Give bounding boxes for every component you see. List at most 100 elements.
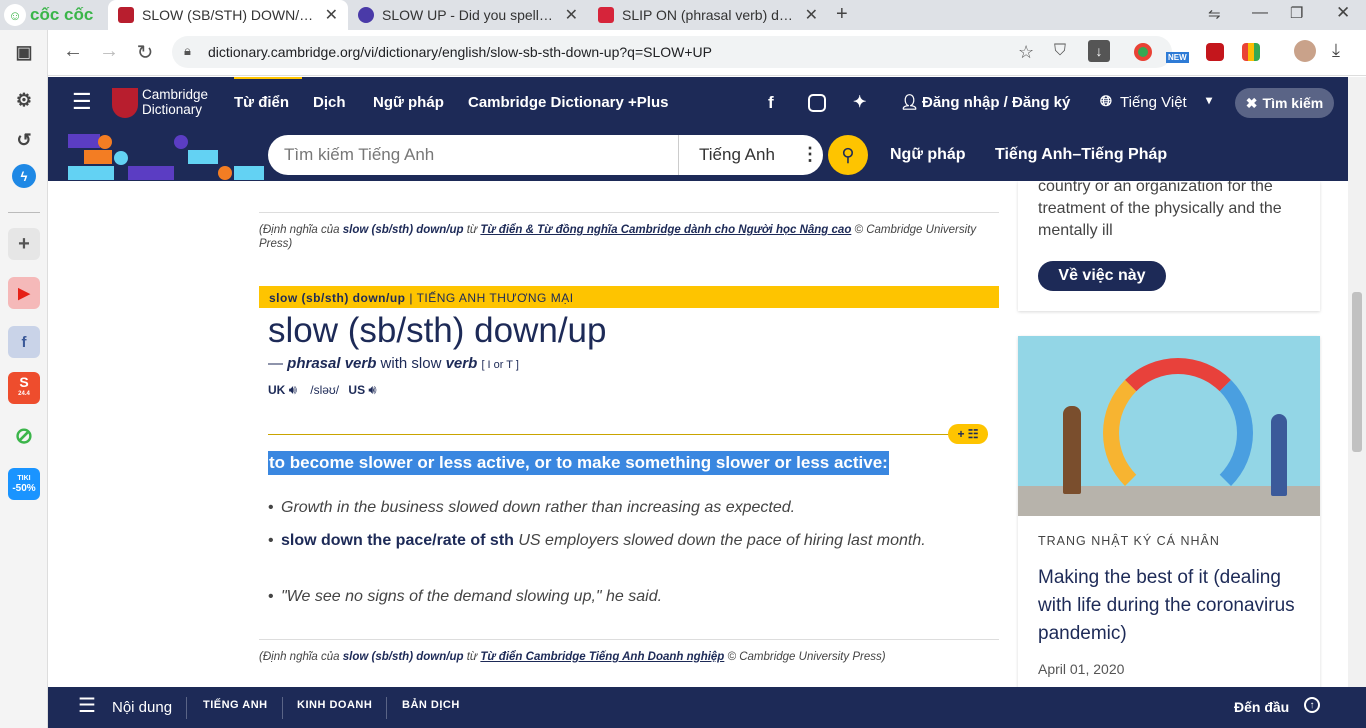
site-logo[interactable]: Cambridge Dictionary (142, 87, 208, 117)
tab-translation[interactable]: BẢN DỊCH (402, 699, 460, 711)
us-audio-icon[interactable]: 🔊︎ (368, 382, 376, 397)
add-app-icon[interactable]: + (8, 228, 40, 260)
minimize-icon[interactable]: — (1252, 4, 1268, 22)
instagram-link-icon[interactable] (808, 94, 826, 112)
search-icon: ⚲ (841, 144, 855, 165)
shopee-icon[interactable]: S 24.4 (8, 372, 40, 404)
close-tab-icon[interactable]: ✕ (565, 5, 578, 25)
pos-verb[interactable]: verb (446, 355, 478, 372)
headword: slow (sb/sth) down/up (268, 311, 607, 350)
close-window-icon[interactable]: ✕ (1336, 3, 1350, 23)
browser-logo[interactable]: ☺ cốc cốc (4, 3, 93, 27)
close-tab-icon[interactable]: ✕ (805, 5, 818, 25)
shield-icon[interactable]: ⛉ (1054, 42, 1066, 60)
download-ext-icon[interactable]: ↓ (1088, 40, 1110, 62)
forward-icon[interactable]: → (96, 40, 122, 63)
part-of-speech: — phrasal verb with slow verb [ I or T ] (268, 355, 519, 372)
search-input[interactable] (284, 144, 664, 166)
uk-audio-icon[interactable]: 🔊︎ (289, 382, 297, 397)
tab-active[interactable]: SLOW (SB/STH) DOWN/UP | E ✕ (108, 0, 348, 30)
close-tab-icon[interactable]: ✕ (325, 5, 338, 25)
tab-search-icon[interactable]: ⇋ (1208, 5, 1221, 23)
about-button[interactable]: Về việc này (1038, 261, 1166, 291)
coccoc-icon: ☺ (4, 4, 26, 26)
tab-business[interactable]: KINH DOANH (297, 699, 372, 711)
citation-2: (Định nghĩa của slow (sb/sth) down/up từ… (259, 650, 999, 664)
reload-icon[interactable]: ↻ (132, 40, 158, 65)
arrow-up-icon[interactable]: ↑ (1304, 697, 1320, 713)
grammar-code[interactable]: [ I or T ] (481, 359, 519, 371)
messenger-icon[interactable]: ϟ (12, 164, 36, 188)
child-figure (1063, 406, 1081, 494)
lock-icon: 🔒︎ (184, 43, 191, 58)
section-label: | TIẾNG ANH THƯƠNG MẠI (405, 291, 574, 305)
cite-source-link[interactable]: Từ điển & Từ đồng nghĩa Cambridge dành c… (480, 224, 851, 236)
tab-title: SLOW UP - Did you spell it co (382, 7, 557, 23)
tab-english[interactable]: TIẾNG ANH (203, 699, 268, 711)
nav-grammar[interactable]: Ngữ pháp (373, 94, 444, 111)
cambridge-shield-icon (112, 88, 138, 118)
bottom-bar: ☰ Nội dung TIẾNG ANH KINH DOANH BẢN DỊCH… (48, 687, 1366, 728)
tab-title: SLIP ON (phrasal verb) definit (622, 7, 797, 23)
blog-image[interactable] (1018, 336, 1320, 516)
site-header: ☰ Cambridge Dictionary Từ điển Dịch Ngữ … (48, 77, 1366, 129)
new-badge-icon[interactable]: NEW (1166, 52, 1189, 63)
sidebar-toggle-icon[interactable]: ▣ (8, 36, 40, 68)
cite-word: slow (sb/sth) down/up (342, 224, 464, 236)
blog-date: April 01, 2020 (1038, 661, 1125, 677)
chevron-down-icon: ▾ (1206, 93, 1213, 107)
search-language-select[interactable]: Tiếng Anh ⋮ (678, 135, 823, 175)
back-icon[interactable]: ← (60, 40, 86, 63)
blog-card[interactable]: TRANG NHẬT KÝ CÁ NHÂN Making the best of… (1018, 336, 1320, 687)
search-button[interactable]: ⚲ (828, 135, 868, 175)
contents-menu-icon[interactable]: ☰ (78, 696, 96, 716)
hamburger-menu-icon[interactable]: ☰ (72, 91, 92, 113)
tiki-badge: -50% (12, 483, 36, 494)
profile-avatar[interactable] (1294, 40, 1316, 62)
downloads-icon[interactable]: ⤓ (1332, 40, 1340, 61)
user-icon: 👤︎ (900, 94, 920, 111)
example-1: Growth in the business slowed down rathe… (268, 496, 928, 519)
link-english-french[interactable]: Tiếng Anh–Tiếng Pháp (995, 146, 1167, 164)
page-scrollbar[interactable] (1348, 77, 1366, 687)
tiki-icon[interactable]: TIKI -50% (8, 468, 40, 500)
search-toggle-button[interactable]: ✖ Tìm kiếm (1235, 88, 1334, 118)
blog-title[interactable]: Making the best of it (dealing with life… (1038, 564, 1313, 648)
example-phrase: slow down the pace/rate of sth (281, 532, 514, 549)
pos-label[interactable]: phrasal verb (287, 355, 376, 372)
restore-icon[interactable]: ❐ (1290, 4, 1303, 22)
nav-plus[interactable]: Cambridge Dictionary +Plus (468, 94, 668, 111)
tab-slip-on[interactable]: SLIP ON (phrasal verb) definit ✕ (588, 0, 828, 30)
contents-button[interactable]: Nội dung (112, 699, 172, 716)
facebook-icon[interactable]: f (8, 326, 40, 358)
nav-dictionary[interactable]: Từ điển (234, 94, 289, 111)
history-icon[interactable]: ↺ (8, 124, 40, 156)
scrollbar-thumb[interactable] (1352, 292, 1362, 452)
twitter-link-icon[interactable]: ✦ (853, 92, 866, 112)
back-to-top-button[interactable]: Đến đầu (1234, 699, 1289, 715)
nav-translate[interactable]: Dịch (313, 94, 346, 111)
decor-block (218, 166, 232, 180)
example-2: slow down the pace/rate of sth US employ… (268, 529, 928, 552)
link-grammar[interactable]: Ngữ pháp (890, 146, 966, 164)
new-tab-button[interactable]: + (836, 3, 848, 26)
ext-red-icon[interactable] (1206, 43, 1224, 61)
settings-icon[interactable]: ⚙ (8, 84, 40, 116)
youtube-icon[interactable]: ▶ (8, 277, 40, 309)
section-word: slow (sb/sth) down/up (269, 291, 406, 305)
tab-title: SLOW (SB/STH) DOWN/UP | E (142, 7, 317, 23)
decor-block (114, 151, 128, 165)
facebook-link-icon[interactable]: f (768, 93, 774, 113)
cite-source-link[interactable]: Từ điển Cambridge Tiếng Anh Doanh nghiệp (480, 651, 724, 663)
tab-slow-up[interactable]: SLOW UP - Did you spell it co ✕ (348, 0, 588, 30)
login-link[interactable]: Đăng nhập / Đăng ký (922, 94, 1070, 111)
chrome-ext-icon[interactable] (1134, 43, 1152, 61)
add-to-wordlist-button[interactable]: + ☷ (948, 424, 988, 444)
blog-category: TRANG NHẬT KÝ CÁ NHÂN (1038, 534, 1220, 548)
pronunciation: UK 🔊︎ /sləʊ/ US 🔊︎ (268, 382, 377, 398)
ext-colorful-icon[interactable] (1242, 43, 1260, 61)
bookmark-star-icon[interactable]: ☆ (1018, 42, 1034, 63)
decor-block (98, 135, 112, 149)
coccoc-app-icon[interactable]: ⊘ (8, 420, 40, 452)
language-select[interactable]: Tiếng Việt (1120, 94, 1187, 111)
